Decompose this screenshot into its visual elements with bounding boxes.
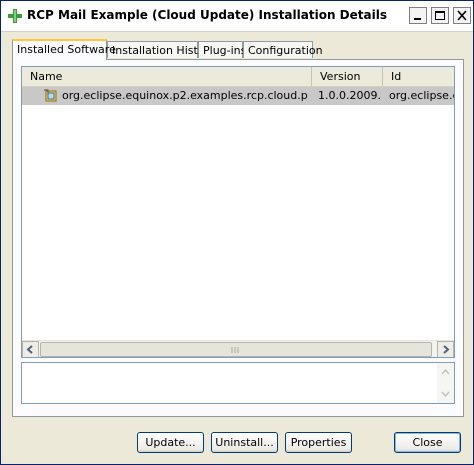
row-id-cell: org.eclipse.equin xyxy=(389,89,454,102)
tab-installation-history[interactable]: Installation History xyxy=(107,41,216,58)
close-button[interactable]: Close xyxy=(394,432,461,453)
installable-unit-icon xyxy=(44,89,58,103)
scroll-down-icon xyxy=(441,391,450,398)
column-header-id[interactable]: Id xyxy=(383,67,454,86)
tab-installed-software[interactable]: Installed Software xyxy=(12,39,116,60)
window-title: RCP Mail Example (Cloud Update) Installa… xyxy=(27,8,387,22)
row-version-cell: 1.0.0.2009... xyxy=(318,89,382,102)
horizontal-scrollbar[interactable] xyxy=(22,340,454,357)
properties-button[interactable]: Properties xyxy=(285,432,352,453)
scroll-up-icon xyxy=(441,368,450,375)
tab-plug-ins[interactable]: Plug-ins xyxy=(198,41,246,58)
column-header-name[interactable]: Name xyxy=(22,67,312,86)
tab-configuration[interactable]: Configuration xyxy=(243,41,323,58)
close-window-button[interactable] xyxy=(453,7,471,24)
scroll-right-button[interactable] xyxy=(437,341,454,357)
app-plus-icon xyxy=(7,8,23,24)
row-name-cell: org.eclipse.equinox.p2.examples.rcp.clou… xyxy=(62,89,308,102)
installed-software-table[interactable]: Name Version Id org.eclipse.equinox.p2.e… xyxy=(21,66,455,358)
table-row[interactable]: org.eclipse.equinox.p2.examples.rcp.clou… xyxy=(22,87,454,105)
minimize-button[interactable] xyxy=(409,7,427,24)
maximize-button[interactable] xyxy=(431,7,449,24)
scroll-thumb[interactable] xyxy=(40,342,432,357)
installed-software-panel: Name Version Id org.eclipse.equinox.p2.e… xyxy=(12,59,464,417)
installation-details-window: RCP Mail Example (Cloud Update) Installa… xyxy=(0,0,474,465)
vertical-scrollbar[interactable] xyxy=(437,363,454,403)
details-text-area[interactable] xyxy=(21,362,455,404)
column-header-version[interactable]: Version xyxy=(312,67,383,86)
scroll-left-button[interactable] xyxy=(22,341,39,357)
uninstall-button[interactable]: Uninstall... xyxy=(211,432,278,453)
title-bar[interactable]: RCP Mail Example (Cloud Update) Installa… xyxy=(1,1,473,32)
table-header: Name Version Id xyxy=(22,67,454,87)
update-button[interactable]: Update... xyxy=(137,432,204,453)
